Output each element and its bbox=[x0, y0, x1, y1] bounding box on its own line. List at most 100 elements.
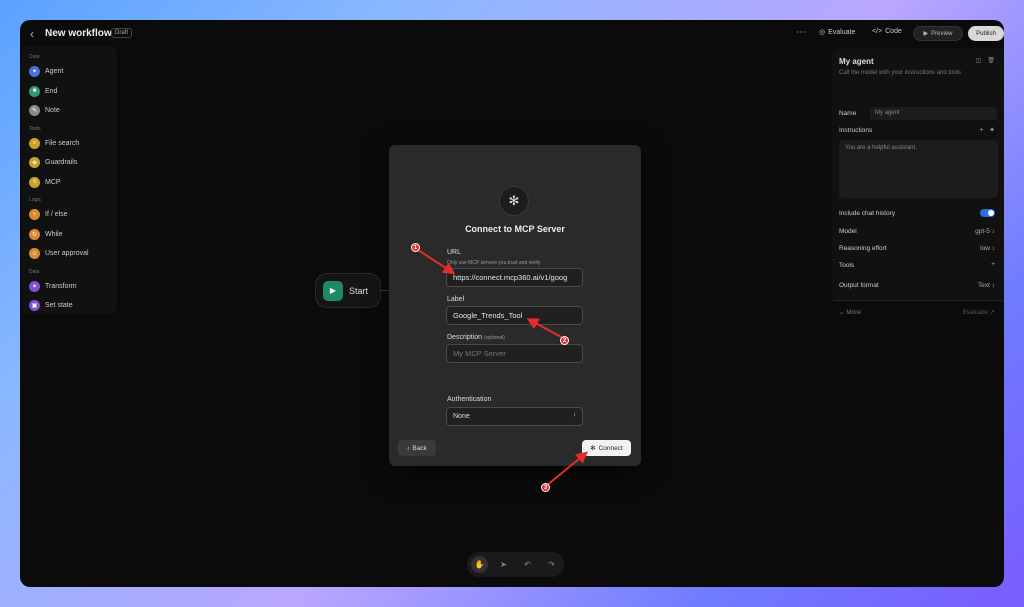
chat-history-label: Include chat history bbox=[839, 210, 896, 217]
play-icon: ▶ bbox=[923, 31, 929, 37]
trash-icon[interactable]: 🗑 bbox=[987, 57, 995, 64]
sidebar-item-label: User approval bbox=[45, 250, 89, 257]
sidebar-item-mcp[interactable]: ≡ MCP bbox=[29, 176, 61, 188]
chevron-updown-icon: ↕ bbox=[573, 412, 576, 418]
output-format-select[interactable]: Text ↕ bbox=[978, 282, 995, 289]
guardrails-icon: ◈ bbox=[29, 157, 40, 168]
reasoning-effort-label: Reasoning effort bbox=[839, 245, 887, 252]
sidebar-item-label: End bbox=[45, 87, 58, 95]
connect-label: Connect bbox=[598, 444, 623, 452]
chevron-updown-icon: ↕ bbox=[991, 282, 995, 289]
connect-button[interactable]: ✻ Connect bbox=[582, 440, 631, 456]
label-input[interactable]: Google_Trends_Tool bbox=[446, 306, 583, 325]
connector-line bbox=[381, 290, 389, 291]
sidebar-item-set-state[interactable]: ▣ Set state bbox=[29, 300, 73, 311]
play-icon: ▶ bbox=[323, 280, 343, 301]
sidebar-item-end[interactable]: ■ End bbox=[29, 85, 58, 97]
authentication-label: Authentication bbox=[447, 396, 492, 403]
url-input[interactable]: https://connect.mcp360.ai/v1/goog bbox=[446, 268, 583, 287]
pointer-tool-icon[interactable]: ➤ bbox=[495, 556, 512, 573]
connect-mcp-dialog: ✻ Connect to MCP Server URL Only use MCP… bbox=[389, 145, 641, 466]
start-node[interactable]: ▶ Start bbox=[315, 273, 381, 308]
annotation-marker-3: 3 bbox=[541, 483, 550, 492]
add-icon[interactable]: + bbox=[979, 127, 983, 134]
output-format-value: Text bbox=[978, 282, 990, 289]
back-button[interactable]: ‹ Back bbox=[398, 440, 436, 456]
instructions-actions: + ✦ bbox=[979, 126, 995, 134]
code-icon: </> bbox=[872, 28, 883, 35]
undo-icon[interactable]: ↶ bbox=[519, 556, 536, 573]
sidebar-item-if-else[interactable]: ⑂ If / else bbox=[29, 209, 68, 220]
dialog-title: Connect to MCP Server bbox=[465, 224, 565, 234]
magic-wand-icon[interactable]: ✦ bbox=[989, 127, 995, 134]
sidebar-item-file-search[interactable]: ⌕ File search bbox=[29, 137, 80, 149]
model-label: Model bbox=[839, 228, 857, 235]
sidebar-item-label: Agent bbox=[45, 68, 64, 75]
model-value: gpt-5 bbox=[975, 228, 990, 235]
url-label: URL bbox=[447, 249, 462, 256]
code-label: Code bbox=[885, 28, 902, 35]
transform-icon: ✶ bbox=[29, 280, 40, 292]
sidebar-item-note[interactable]: ✎ Note bbox=[29, 105, 60, 116]
sidebar-item-label: Guardrails bbox=[45, 159, 78, 166]
sidebar-item-while[interactable]: ↻ While bbox=[29, 228, 63, 240]
chevron-updown-icon: ↕ bbox=[991, 228, 995, 235]
preview-button[interactable]: ▶ Preview bbox=[913, 26, 963, 41]
if-else-icon: ⑂ bbox=[29, 209, 40, 220]
sidebar-item-label: Transform bbox=[45, 282, 77, 290]
file-search-icon: ⌕ bbox=[29, 137, 40, 149]
sidebar-item-label: Set state bbox=[45, 302, 73, 309]
mcp-logo-icon: ✻ bbox=[499, 186, 529, 216]
sidebar-section-title: Core bbox=[29, 54, 40, 60]
more-options-icon[interactable]: ⋯ bbox=[796, 27, 806, 38]
note-icon: ✎ bbox=[29, 105, 40, 116]
panel-divider bbox=[832, 300, 1004, 301]
redo-icon[interactable]: ↷ bbox=[543, 556, 560, 573]
sidebar-item-agent[interactable]: ✦ Agent bbox=[29, 66, 63, 77]
evaluate-button[interactable]: ◎ Evaluate bbox=[819, 28, 855, 37]
agent-name-input[interactable]: My agent bbox=[870, 107, 997, 120]
authentication-value: None bbox=[453, 413, 470, 420]
sidebar-item-label: File search bbox=[45, 139, 80, 147]
sidebar-section-title: Data bbox=[29, 268, 40, 275]
evaluate-icon: ◎ bbox=[819, 29, 826, 36]
canvas-toolbar: ✋ ➤ ↶ ↷ bbox=[467, 552, 564, 577]
evaluate-link[interactable]: Evaluate ↗ bbox=[962, 308, 995, 316]
model-select[interactable]: gpt-5 ↕ bbox=[975, 228, 995, 235]
sidebar-item-guardrails[interactable]: ◈ Guardrails bbox=[29, 157, 77, 168]
agent-settings-panel: My agent Call the model with your instru… bbox=[832, 48, 1004, 316]
authentication-select[interactable]: None ↕ bbox=[446, 407, 583, 426]
reasoning-effort-select[interactable]: low ↕ bbox=[980, 245, 995, 252]
chat-history-toggle[interactable] bbox=[980, 209, 995, 217]
end-icon: ■ bbox=[29, 85, 40, 97]
description-input[interactable]: My MCP Server bbox=[446, 344, 583, 363]
plug-icon: ✻ bbox=[590, 445, 596, 452]
annotation-marker-1: 1 bbox=[411, 243, 420, 252]
code-button[interactable]: </> Code bbox=[872, 28, 902, 35]
sidebar-section-title: Tools bbox=[29, 125, 41, 132]
chevron-left-icon: ‹ bbox=[407, 444, 410, 452]
add-tool-icon[interactable]: + bbox=[991, 261, 995, 268]
more-toggle[interactable]: ⌄ More bbox=[839, 308, 861, 316]
more-label: More bbox=[846, 309, 862, 316]
name-label: Name bbox=[839, 110, 857, 117]
publish-button[interactable]: Publish bbox=[968, 26, 1004, 41]
workflow-title[interactable]: New workflow bbox=[45, 28, 112, 39]
sidebar-section-title: Logic bbox=[29, 197, 41, 203]
mcp-icon: ≡ bbox=[29, 176, 40, 188]
optional-hint: (optional) bbox=[483, 335, 505, 341]
sidebar-item-label: Note bbox=[45, 107, 60, 114]
description-label: Description (optional) bbox=[447, 334, 505, 341]
panel-layout-icon[interactable]: ◫ bbox=[976, 57, 982, 64]
top-bar: ‹ New workflow Draft ⋯ ◎ Evaluate </> Co… bbox=[20, 20, 1004, 48]
instructions-textarea[interactable]: You are a helpful assistant. bbox=[839, 140, 998, 198]
app-window: ‹ New workflow Draft ⋯ ◎ Evaluate </> Co… bbox=[20, 20, 1004, 587]
sidebar-item-user-approval[interactable]: ☺ User approval bbox=[29, 248, 89, 259]
sidebar-item-transform[interactable]: ✶ Transform bbox=[29, 280, 77, 292]
start-node-label: Start bbox=[349, 285, 369, 296]
preview-label: Preview bbox=[931, 30, 953, 37]
sidebar-item-label: While bbox=[45, 230, 63, 238]
agent-panel-title: My agent bbox=[839, 57, 874, 66]
hand-tool-icon[interactable]: ✋ bbox=[471, 556, 488, 573]
back-chevron-icon[interactable]: ‹ bbox=[30, 27, 34, 41]
